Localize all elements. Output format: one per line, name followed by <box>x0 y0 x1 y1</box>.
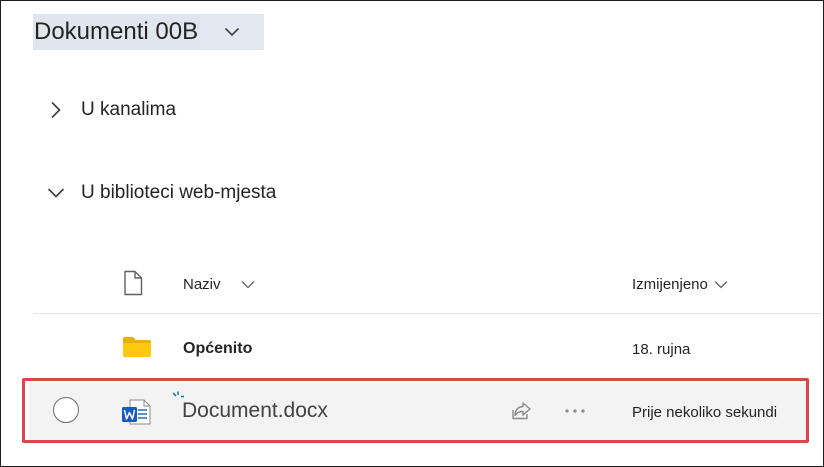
column-modified-label: Izmijenjeno <box>632 276 708 293</box>
word-icon <box>121 398 151 431</box>
folder-icon <box>122 336 152 363</box>
document-name-link[interactable]: Document.docx <box>182 399 328 423</box>
chevron-down-icon[interactable] <box>714 280 728 289</box>
chevron-right-icon[interactable] <box>44 98 68 122</box>
chevron-down-icon[interactable] <box>241 280 255 289</box>
folder-name-link[interactable]: Općenito <box>183 340 252 358</box>
column-name-label: Naziv <box>183 276 221 293</box>
library-title-button[interactable]: Dokumenti 00B <box>33 14 265 50</box>
header-divider <box>33 313 822 314</box>
column-header-modified[interactable]: Izmijenjeno <box>632 276 728 293</box>
section-site-library-label: U biblioteci web-mjesta <box>81 182 277 203</box>
document-modified: Prije nekoliko sekundi <box>632 404 778 421</box>
folder-modified: 18. rujna <box>632 341 691 358</box>
section-channels[interactable]: U kanalima <box>44 98 176 122</box>
share-icon[interactable] <box>508 398 534 424</box>
row-select-radio[interactable] <box>53 397 79 423</box>
chevron-down-icon[interactable] <box>200 14 265 50</box>
section-site-library[interactable]: U biblioteci web-mjesta <box>44 181 276 205</box>
document-outline-icon[interactable] <box>123 270 143 301</box>
column-header-name[interactable]: Naziv <box>183 276 255 293</box>
section-channels-label: U kanalima <box>81 99 177 120</box>
more-options-icon[interactable] <box>559 398 591 424</box>
chevron-down-icon[interactable] <box>44 181 68 205</box>
library-title: Dokumenti 00B <box>33 14 201 50</box>
